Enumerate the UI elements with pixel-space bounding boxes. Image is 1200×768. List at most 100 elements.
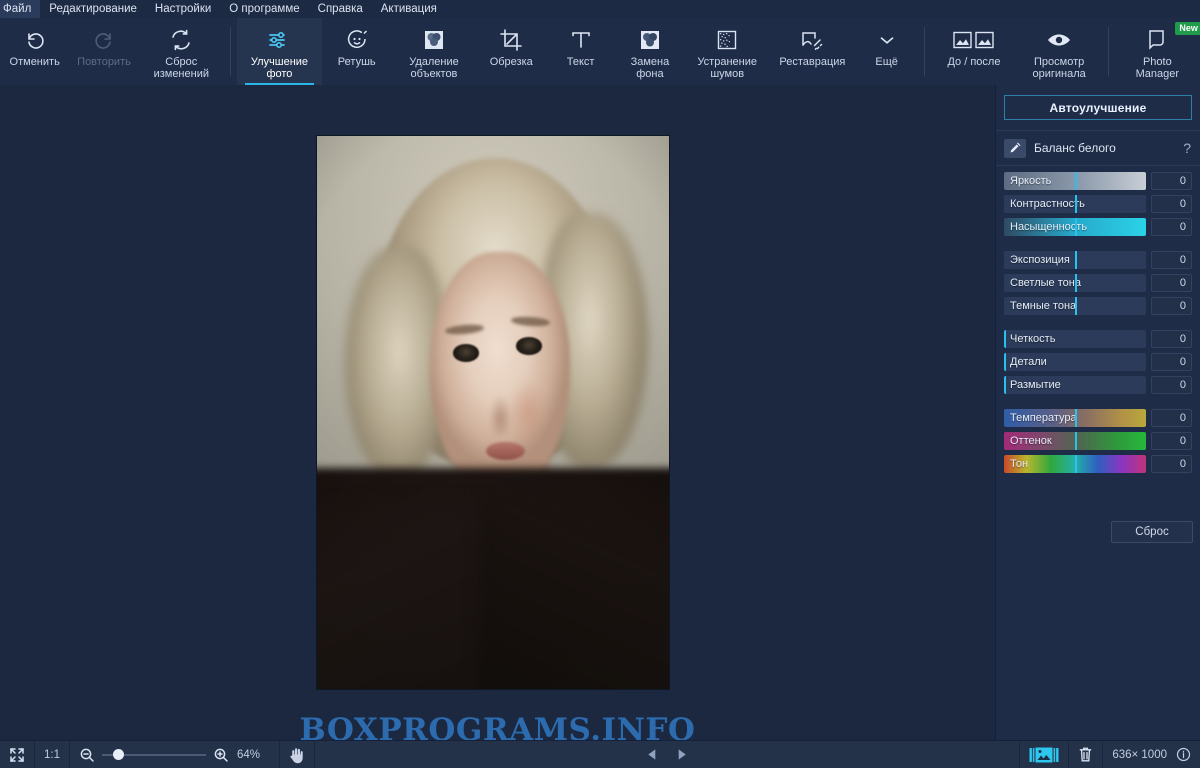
- contrast-slider-handle[interactable]: [1074, 195, 1077, 213]
- redo-label: Повторить: [77, 56, 131, 68]
- image-canvas[interactable]: BOXPROGRAMS.INFO: [0, 85, 995, 740]
- tool-background-replace-label: Замена фона: [630, 56, 670, 80]
- redo-button[interactable]: Повторить: [69, 18, 138, 85]
- zoom-in-icon[interactable]: [213, 747, 229, 763]
- before-after-icon: [953, 27, 995, 53]
- tool-photo-enhance[interactable]: Улучшение фото: [236, 18, 323, 85]
- previous-image-button[interactable]: [645, 747, 660, 762]
- photo-editor-window: Файл Редактирование Настройки О программ…: [0, 0, 1200, 768]
- exposure-slider[interactable]: Экспозиция: [1004, 251, 1146, 269]
- tool-object-removal-label: Удаление объектов: [409, 56, 459, 80]
- retouch-face-icon: [345, 27, 369, 53]
- tint-slider[interactable]: Оттенок: [1004, 432, 1146, 450]
- sharpness-slider[interactable]: Четкость: [1004, 330, 1146, 348]
- fit-to-screen-icon: [9, 747, 25, 763]
- menu-activation[interactable]: Активация: [372, 0, 446, 18]
- hand-tool-button[interactable]: [280, 741, 314, 768]
- zoom-slider-handle[interactable]: [113, 749, 124, 760]
- details-value[interactable]: 0: [1150, 353, 1192, 371]
- temperature-slider[interactable]: Температура: [1004, 409, 1146, 427]
- contrast-slider[interactable]: Контрастность: [1004, 195, 1146, 213]
- details-slider-handle[interactable]: [1004, 353, 1006, 371]
- hue-slider[interactable]: Тон: [1004, 455, 1146, 473]
- saturation-slider-handle[interactable]: [1074, 218, 1077, 236]
- tool-retouch[interactable]: Ретушь: [322, 18, 391, 85]
- tool-text[interactable]: Текст: [546, 18, 615, 85]
- tool-restoration-label: Реставрация: [779, 56, 846, 68]
- status-bar: 1:1 64% 636× 1000: [0, 740, 1200, 768]
- tool-noise-removal[interactable]: Устранение шумов: [685, 18, 770, 85]
- saturation-slider[interactable]: Насыщенность: [1004, 218, 1146, 236]
- reset-changes-button[interactable]: Сброс изменений: [139, 18, 224, 85]
- edited-photo[interactable]: [317, 136, 669, 689]
- panel-reset-button[interactable]: Сброс: [1111, 521, 1193, 543]
- tool-restoration[interactable]: Реставрация: [770, 18, 855, 85]
- blur-slider[interactable]: Размытие: [1004, 376, 1146, 394]
- zoom-slider[interactable]: [102, 749, 206, 761]
- brightness-label: Яркость: [1010, 175, 1052, 187]
- delete-image-button[interactable]: [1069, 741, 1102, 768]
- shadows-value[interactable]: 0: [1150, 297, 1192, 315]
- blur-slider-handle[interactable]: [1004, 376, 1006, 394]
- brightness-value[interactable]: 0: [1150, 172, 1192, 190]
- photo-vignette: [317, 136, 669, 689]
- brightness-slider-handle[interactable]: [1074, 172, 1077, 190]
- highlights-value[interactable]: 0: [1150, 274, 1192, 292]
- shadows-slider[interactable]: Темные тона: [1004, 297, 1146, 315]
- tool-retouch-label: Ретушь: [337, 56, 376, 68]
- white-balance-help-icon[interactable]: ?: [1183, 140, 1192, 156]
- new-badge: New: [1175, 22, 1200, 35]
- highlights-slider-handle[interactable]: [1074, 274, 1077, 292]
- auto-enhance-button[interactable]: Автоулучшение: [1004, 95, 1192, 120]
- crop-icon: [499, 27, 523, 53]
- exposure-value[interactable]: 0: [1150, 251, 1192, 269]
- photo-manager-label: Photo Manager: [1135, 56, 1180, 80]
- sharpness-slider-handle[interactable]: [1004, 330, 1006, 348]
- shadows-slider-handle[interactable]: [1074, 297, 1077, 315]
- exposure-slider-handle[interactable]: [1074, 251, 1077, 269]
- menu-file[interactable]: Файл: [0, 0, 41, 18]
- undo-button[interactable]: Отменить: [0, 18, 69, 85]
- image-dimensions: 636× 1000: [1112, 748, 1167, 761]
- slider-row-sharpness: Четкость 0: [1004, 330, 1192, 348]
- brightness-slider[interactable]: Яркость: [1004, 172, 1146, 190]
- tint-slider-handle[interactable]: [1074, 432, 1077, 450]
- eyedropper-icon[interactable]: [1004, 138, 1026, 158]
- highlights-slider[interactable]: Светлые тона: [1004, 274, 1146, 292]
- tool-object-removal[interactable]: Удаление объектов: [391, 18, 476, 85]
- sharpness-value[interactable]: 0: [1150, 330, 1192, 348]
- zoom-out-icon[interactable]: [79, 747, 95, 763]
- temperature-slider-handle[interactable]: [1074, 409, 1077, 427]
- white-balance-row[interactable]: Баланс белого ?: [996, 131, 1200, 165]
- tint-value[interactable]: 0: [1150, 432, 1192, 450]
- menu-settings[interactable]: Настройки: [146, 0, 220, 18]
- view-original-button[interactable]: Просмотр оригинала: [1017, 18, 1102, 85]
- slider-group-tone: Яркость 0 Контрастность 0 Насыщенность 0: [996, 166, 1200, 236]
- before-after-button[interactable]: До / после: [931, 18, 1016, 85]
- tool-crop[interactable]: Обрезка: [477, 18, 546, 85]
- zoom-controls: 64%: [70, 741, 269, 768]
- saturation-value[interactable]: 0: [1150, 218, 1192, 236]
- hue-value[interactable]: 0: [1150, 455, 1192, 473]
- more-tools-button[interactable]: Ещё: [855, 18, 918, 85]
- blur-value[interactable]: 0: [1150, 376, 1192, 394]
- panel-reset-section: Сброс: [996, 521, 1200, 543]
- menu-edit[interactable]: Редактирование: [40, 0, 146, 18]
- details-slider[interactable]: Детали: [1004, 353, 1146, 371]
- menu-about[interactable]: О программе: [220, 0, 308, 18]
- contrast-value[interactable]: 0: [1150, 195, 1192, 213]
- slider-row-shadows: Темные тона 0: [1004, 297, 1192, 315]
- temperature-value[interactable]: 0: [1150, 409, 1192, 427]
- filmstrip-toggle-button[interactable]: [1020, 741, 1068, 768]
- info-icon[interactable]: [1176, 747, 1191, 762]
- photo-manager-button[interactable]: New Photo Manager: [1115, 18, 1200, 85]
- fit-to-screen-button[interactable]: [0, 741, 34, 768]
- next-image-button[interactable]: [674, 747, 689, 762]
- menu-help[interactable]: Справка: [309, 0, 372, 18]
- hue-slider-handle[interactable]: [1074, 455, 1077, 473]
- actual-size-button[interactable]: 1:1: [35, 741, 69, 768]
- tool-text-label: Текст: [566, 56, 595, 68]
- tool-background-replace[interactable]: Замена фона: [615, 18, 684, 85]
- image-info: 636× 1000: [1103, 741, 1200, 768]
- more-tools-label: Ещё: [875, 56, 898, 68]
